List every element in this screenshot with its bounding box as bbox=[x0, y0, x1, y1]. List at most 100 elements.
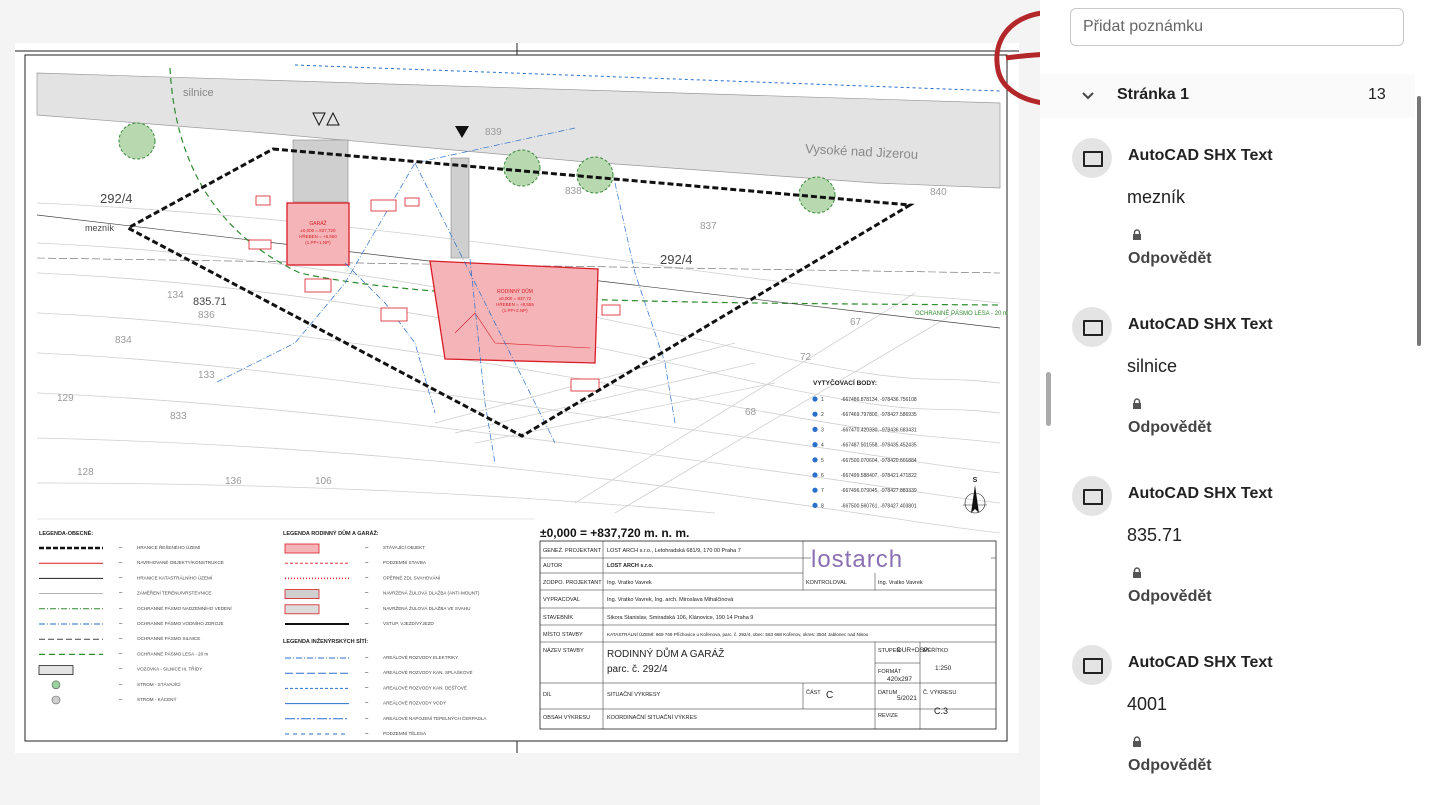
svg-text:–: – bbox=[365, 591, 369, 597]
parcel-label-east: 292/4 bbox=[660, 252, 693, 267]
svg-text:–: – bbox=[365, 685, 369, 691]
svg-text:Ing. Vratko Vavrek, Ing. arch.: Ing. Vratko Vavrek, Ing. arch. Miroslava… bbox=[607, 597, 734, 603]
svg-text:–: – bbox=[365, 716, 369, 722]
drawing-sheet[interactable]: silnice Vysoké nad Jizerou OCHRANNÉ PÁSM… bbox=[15, 43, 1019, 753]
svg-text:OBSAH VÝKRESU: OBSAH VÝKRESU bbox=[543, 714, 590, 721]
stake-point-icon bbox=[812, 457, 818, 463]
legend-symbol bbox=[38, 665, 74, 675]
text-annotation-icon bbox=[1072, 476, 1112, 516]
garage-label-1: ±0,000 = 837,720 bbox=[300, 228, 336, 233]
svg-text:837: 837 bbox=[700, 221, 717, 232]
svg-text:–: – bbox=[119, 667, 123, 673]
stake-point-coords: -667500.560761, -978427.403801 bbox=[841, 503, 917, 509]
stake-point-icon bbox=[812, 487, 818, 493]
legend-label: OCHRANNÉ PÁSMO NADZEMNÍHO VEDENÍ bbox=[137, 605, 232, 611]
stake-legend-title: VYTYČOVACÍ BODY: bbox=[813, 378, 877, 387]
svg-text:133: 133 bbox=[198, 370, 215, 381]
annotation-title: AutoCAD SHX Text bbox=[1128, 147, 1273, 164]
svg-text:REVIZE: REVIZE bbox=[878, 713, 898, 719]
drawing-viewer[interactable]: silnice Vysoké nad Jizerou OCHRANNÉ PÁSM… bbox=[0, 0, 1040, 805]
legend-symbol bbox=[51, 695, 61, 705]
svg-text:–: – bbox=[365, 560, 369, 566]
house-label-3: (1.PP+2.NP) bbox=[502, 308, 528, 313]
svg-text:–: – bbox=[119, 606, 123, 612]
svg-text:–: – bbox=[365, 731, 369, 737]
page-group-header[interactable]: Stránka 1 13 bbox=[1040, 74, 1415, 118]
svg-text:lostarch: lostarch bbox=[811, 546, 903, 573]
annotation-title: AutoCAD SHX Text bbox=[1128, 316, 1273, 333]
legend-network: LEGENDA INŽENÝRSKÝCH SÍTÍ: – AREÁLOVÉ ROZ… bbox=[283, 637, 487, 737]
tree-icon bbox=[118, 122, 156, 160]
stake-point-coords: -667486.878134, -978436.756108 bbox=[841, 397, 917, 403]
annotation-item[interactable]: AutoCAD SHX Text 4001 Odpovědět bbox=[1040, 627, 1420, 796]
stake-point-number: 1 bbox=[821, 397, 824, 403]
svg-text:VYPRACOVAL: VYPRACOVAL bbox=[543, 597, 580, 603]
svg-text:DÍL: DÍL bbox=[543, 691, 552, 698]
driveway-garage bbox=[292, 139, 349, 203]
reply-button[interactable]: Odpovědět bbox=[1128, 757, 1212, 775]
stake-point-number: 6 bbox=[821, 473, 824, 479]
svg-text:839: 839 bbox=[485, 127, 502, 138]
legend-label: OPĚRNÉ ZDI, SVAHOVÁNÍ bbox=[383, 573, 441, 580]
stake-point-icon bbox=[812, 396, 818, 402]
legend-label: AREÁLOVÉ NAPOJENÍ TEPELNÝCH ČERPADLA bbox=[383, 715, 487, 721]
text-annotation-icon bbox=[1072, 307, 1112, 347]
svg-text:C.3: C.3 bbox=[934, 706, 948, 716]
legend-label: HRANICE ŘEŠENÉHO ÚZEMÍ bbox=[137, 543, 201, 550]
annotation-item[interactable]: AutoCAD SHX Text 835.71 Odpovědět bbox=[1040, 458, 1420, 627]
svg-text:–: – bbox=[365, 621, 369, 627]
legend-label: AREÁLOVÉ ROZVODY KAN. DEŠŤOVÉ bbox=[383, 683, 467, 690]
stake-point-icon bbox=[812, 502, 818, 508]
meznik-label: mezník bbox=[85, 223, 115, 233]
tree-icon bbox=[503, 149, 541, 187]
svg-text:parc. č. 292/4: parc. č. 292/4 bbox=[607, 664, 668, 675]
svg-text:–: – bbox=[119, 545, 123, 551]
add-note-input[interactable] bbox=[1070, 8, 1404, 46]
lock-icon bbox=[1133, 398, 1141, 409]
lock-icon bbox=[1133, 567, 1141, 578]
svg-text:–: – bbox=[119, 697, 123, 703]
stake-point-coords: -667499.588407, -978421.471822 bbox=[841, 473, 917, 479]
stake-point-coords: -667487.501558, -978435.452435 bbox=[841, 443, 917, 449]
garage-label-3: (1.PP+1.NP) bbox=[305, 240, 331, 245]
svg-text:Ing. Vratko Vavrek: Ing. Vratko Vavrek bbox=[878, 580, 923, 586]
legend-general: LEGENDA-OBECNÉ: – HRANICE ŘEŠENÉHO ÚZEMÍ –… bbox=[38, 529, 232, 705]
reply-button[interactable]: Odpovědět bbox=[1128, 588, 1212, 606]
lock-icon bbox=[1133, 229, 1141, 240]
stake-point-number: 5 bbox=[821, 458, 824, 464]
svg-text:SITUAČNÍ VÝKRESY: SITUAČNÍ VÝKRESY bbox=[607, 691, 661, 698]
annotation-item[interactable]: AutoCAD SHX Text silnice Odpovědět bbox=[1040, 289, 1420, 458]
svg-text:MÍSTO STAVBY: MÍSTO STAVBY bbox=[543, 631, 583, 638]
title-block: GENEŽ. PROJEKTANT LOST ARCH s.r.o., Leto… bbox=[539, 540, 997, 730]
legend-label: VOZOVKA - SILNICE III. TŘÍDY bbox=[137, 665, 202, 672]
stake-point-icon bbox=[812, 411, 818, 417]
legend-label: AREÁLOVÉ ROZVODY ELEKTRIKY bbox=[383, 654, 458, 660]
annotation-text: 835.71 bbox=[1127, 525, 1183, 545]
stake-point-number: 4 bbox=[821, 443, 824, 449]
legend-label: STROM - STÁVAJÍCÍ bbox=[137, 681, 181, 687]
svg-text:134: 134 bbox=[167, 290, 184, 301]
svg-text:KOORDINAČNÍ SITUAČNÍ VÝKRES: KOORDINAČNÍ SITUAČNÍ VÝKRES bbox=[607, 714, 697, 721]
chevron-down-icon[interactable] bbox=[1078, 85, 1098, 105]
svg-text:S: S bbox=[973, 477, 978, 484]
panel-resize-handle[interactable] bbox=[1046, 372, 1051, 426]
annotation-item[interactable]: AutoCAD SHX Text mezník Odpovědět bbox=[1040, 120, 1420, 289]
legend-label: OCHRANNÉ PÁSMO SILNICE bbox=[137, 635, 200, 641]
svg-text:–: – bbox=[119, 621, 123, 627]
legend-label: ZAMĚŘENÍ TERÉNU/VRSTEVNICE bbox=[137, 589, 211, 596]
reply-button[interactable]: Odpovědět bbox=[1128, 250, 1212, 268]
stake-point-number: 7 bbox=[821, 488, 824, 494]
svg-text:LEGENDA-OBECNÉ:: LEGENDA-OBECNÉ: bbox=[39, 529, 93, 537]
svg-text:Č. VÝKRESU: Č. VÝKRESU bbox=[923, 689, 956, 696]
house-label-2: HŘEBEN = +8,555 bbox=[496, 300, 534, 307]
elevation-label: ±0,000 = +837,720 m. n. m. bbox=[540, 526, 689, 540]
svg-text:–: – bbox=[365, 606, 369, 612]
svg-text:ZODPO. PROJEKTANT: ZODPO. PROJEKTANT bbox=[543, 580, 602, 586]
svg-text:833: 833 bbox=[170, 411, 187, 422]
panel-scrollbar[interactable] bbox=[1417, 96, 1421, 346]
svg-text:ČÁST: ČÁST bbox=[806, 689, 821, 696]
svg-text:136: 136 bbox=[225, 476, 242, 487]
svg-text:–: – bbox=[365, 670, 369, 676]
stake-point-icon bbox=[812, 426, 818, 432]
reply-button[interactable]: Odpovědět bbox=[1128, 419, 1212, 437]
